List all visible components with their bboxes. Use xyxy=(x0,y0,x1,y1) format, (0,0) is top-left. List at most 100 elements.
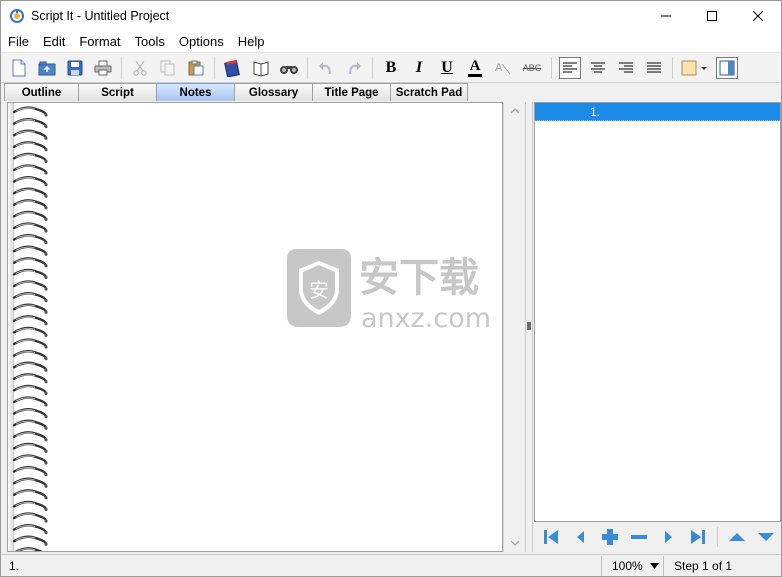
font-color-icon: A xyxy=(469,57,481,74)
remove-step-icon xyxy=(631,535,648,539)
first-step-button[interactable] xyxy=(540,526,562,548)
strikethrough-button[interactable]: ABC xyxy=(520,57,544,79)
last-step-icon xyxy=(691,530,706,544)
remove-step-button[interactable] xyxy=(629,526,651,548)
spiral-ring-icon xyxy=(12,361,48,372)
notes-editor[interactable] xyxy=(7,102,503,552)
justify-icon xyxy=(647,62,661,72)
spiral-ring-icon xyxy=(12,442,48,453)
spiral-ring-icon xyxy=(12,268,48,279)
spiral-ring-icon xyxy=(12,477,48,488)
spiral-ring-icon xyxy=(12,245,48,256)
previous-step-icon xyxy=(577,531,585,543)
panel-splitter[interactable] xyxy=(525,102,533,552)
maximize-icon xyxy=(707,11,717,21)
minimize-button[interactable] xyxy=(643,1,689,31)
menu-format[interactable]: Format xyxy=(72,31,127,52)
spiral-ring-icon xyxy=(12,117,48,129)
step-navigation-toolbar xyxy=(534,522,781,552)
align-left-button[interactable] xyxy=(559,56,581,79)
bold-button[interactable]: B xyxy=(380,57,402,79)
toolbar-separator xyxy=(551,56,552,79)
main-toolbar: B I U A A ABC xyxy=(1,52,781,82)
previous-step-button[interactable] xyxy=(570,526,592,548)
menu-tools[interactable]: Tools xyxy=(128,31,172,52)
spiral-ring-icon xyxy=(12,349,48,361)
move-down-button[interactable] xyxy=(755,526,777,548)
tab-notes[interactable]: Notes xyxy=(156,83,235,101)
last-step-button[interactable] xyxy=(688,526,710,548)
italic-button[interactable]: I xyxy=(408,57,430,79)
undo-button[interactable] xyxy=(315,57,337,79)
tab-title-page[interactable]: Title Page xyxy=(312,83,391,101)
toolbar-separator xyxy=(214,56,215,79)
maximize-button[interactable] xyxy=(689,1,735,31)
spiral-ring-icon xyxy=(12,454,48,465)
font-color-button[interactable]: A xyxy=(464,57,486,79)
cut-button[interactable] xyxy=(129,57,151,79)
zoom-dropdown[interactable]: 100% xyxy=(601,555,663,576)
align-center-button[interactable] xyxy=(587,57,609,79)
tab-glossary[interactable]: Glossary xyxy=(234,83,313,101)
clear-format-button[interactable]: A xyxy=(492,57,514,79)
find-icon xyxy=(280,65,298,74)
spellcheck-button[interactable] xyxy=(222,57,244,79)
add-step-button[interactable] xyxy=(599,526,621,548)
step-list-item[interactable]: 1. xyxy=(535,103,780,121)
close-icon xyxy=(753,11,763,21)
bold-icon: B xyxy=(385,58,397,76)
copy-button[interactable] xyxy=(157,57,179,79)
status-position: 1. xyxy=(9,558,20,573)
spiral-ring-icon xyxy=(12,500,48,511)
new-document-button[interactable] xyxy=(8,57,30,79)
scroll-down-icon[interactable] xyxy=(510,538,520,548)
print-button[interactable] xyxy=(92,57,114,79)
spiral-ring-icon xyxy=(12,152,48,163)
move-down-icon xyxy=(758,533,775,541)
dictionary-icon xyxy=(253,60,269,77)
view-panel-button[interactable] xyxy=(716,56,738,79)
view-tabs: Outline Script Notes Glossary Title Page… xyxy=(1,82,781,101)
window-title: Script It - Untitled Project xyxy=(31,9,170,23)
save-button[interactable] xyxy=(64,57,86,79)
spiral-ring-icon xyxy=(12,419,48,430)
menu-options[interactable]: Options xyxy=(172,31,231,52)
spiral-ring-icon xyxy=(12,489,48,500)
tab-outline[interactable]: Outline xyxy=(4,83,79,101)
menu-help[interactable]: Help xyxy=(231,31,272,52)
notebook-spiral xyxy=(12,106,48,551)
spiral-ring-icon xyxy=(12,338,48,349)
highlight-color-button[interactable] xyxy=(680,57,710,79)
tab-script[interactable]: Script xyxy=(78,83,157,101)
notes-scrollbar[interactable] xyxy=(503,102,525,552)
underline-icon: U xyxy=(441,58,453,76)
chevron-down-icon xyxy=(650,562,659,569)
spiral-ring-icon xyxy=(12,129,48,140)
spiral-ring-icon xyxy=(12,164,48,175)
align-right-button[interactable] xyxy=(615,57,637,79)
redo-button[interactable] xyxy=(343,57,365,79)
tab-scratch-pad[interactable]: Scratch Pad xyxy=(390,83,468,101)
find-button[interactable] xyxy=(278,57,300,79)
spiral-ring-icon xyxy=(12,431,48,442)
menu-file[interactable]: File xyxy=(1,31,36,52)
dictionary-button[interactable] xyxy=(250,57,272,79)
save-icon xyxy=(67,60,83,75)
spiral-ring-icon xyxy=(12,210,48,221)
close-button[interactable] xyxy=(735,1,781,31)
menu-edit[interactable]: Edit xyxy=(36,31,72,52)
step-list: 1. xyxy=(534,102,781,522)
next-step-button[interactable] xyxy=(658,526,680,548)
paste-button[interactable] xyxy=(185,57,207,79)
scroll-up-icon[interactable] xyxy=(510,106,520,116)
justify-button[interactable] xyxy=(643,57,665,79)
minimize-icon xyxy=(661,15,671,17)
toolbar-separator xyxy=(672,56,673,79)
app-window: Script It - Untitled Project File Edit F… xyxy=(0,0,782,577)
open-button[interactable] xyxy=(36,57,58,79)
view-panel-icon xyxy=(719,60,735,75)
move-up-button[interactable] xyxy=(726,526,748,548)
spiral-ring-icon xyxy=(12,315,48,326)
underline-button[interactable]: U xyxy=(436,57,458,79)
nav-separator xyxy=(717,527,718,547)
